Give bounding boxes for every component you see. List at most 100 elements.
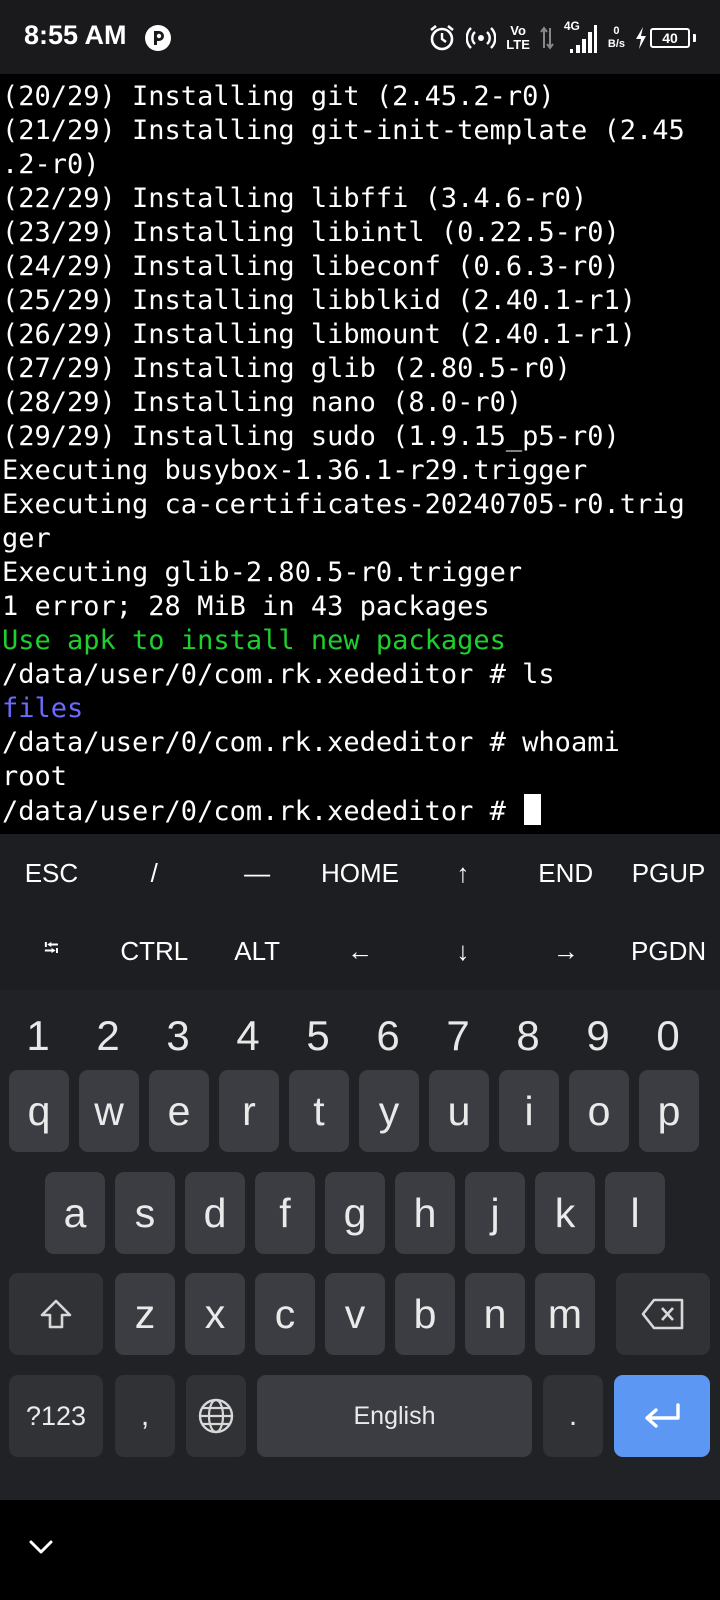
terminal-prompt-line[interactable]: /data/user/0/com.rk.xededitor # [0, 794, 720, 828]
key-letter[interactable]: n [465, 1273, 525, 1355]
key-number[interactable]: 3 [143, 990, 213, 1082]
terminal-line: (29/29) Installing sudo (1.9.15_p5-r0) [2, 421, 620, 452]
key-letter[interactable]: f [255, 1172, 315, 1254]
key-letter[interactable]: c [255, 1273, 315, 1355]
key-number[interactable]: 2 [73, 990, 143, 1082]
key-letter[interactable]: m [535, 1273, 595, 1355]
terminal-line: .2-r0) [2, 149, 100, 180]
key-letter[interactable]: s [115, 1172, 175, 1254]
tab-key[interactable]: ⭾ [0, 912, 103, 990]
language-key[interactable] [186, 1375, 246, 1457]
key-letter[interactable]: i [499, 1070, 559, 1152]
prompt-text: /data/user/0/com.rk.xededitor # [2, 796, 523, 827]
key-letter[interactable]: e [149, 1070, 209, 1152]
key-letter[interactable]: a [45, 1172, 105, 1254]
backspace-key[interactable] [616, 1273, 710, 1355]
key-letter[interactable]: j [465, 1172, 525, 1254]
clock: 8:55 AM [24, 20, 127, 50]
end-key[interactable]: END [514, 834, 617, 912]
comma-key[interactable]: , [115, 1375, 175, 1457]
terminal-line: (22/29) Installing libffi (3.4.6-r0) [2, 183, 588, 214]
up-arrow-key[interactable]: ↑ [411, 834, 514, 912]
period-key[interactable]: . [543, 1375, 603, 1457]
key-number[interactable]: 6 [353, 990, 423, 1082]
enter-key[interactable] [614, 1375, 710, 1457]
key-letter[interactable]: d [185, 1172, 245, 1254]
hotspot-icon [466, 27, 497, 49]
key-letter[interactable]: u [429, 1070, 489, 1152]
key-letter[interactable]: b [395, 1273, 455, 1355]
terminal-line: /data/user/0/com.rk.xededitor # whoami [2, 727, 620, 758]
shift-icon [40, 1299, 72, 1329]
terminal-line: files [2, 693, 84, 724]
esc-key[interactable]: ESC [0, 834, 103, 912]
soft-keyboard: 1234567890 qwertyuiop asdfghjkl zxcvbnm … [0, 990, 720, 1500]
terminal-line: Executing ca-certificates-20240705-r0.tr… [2, 489, 685, 520]
navigation-bar [0, 1500, 720, 1600]
key-letter[interactable]: v [325, 1273, 385, 1355]
key-number[interactable]: 7 [423, 990, 493, 1082]
terminal-line: Use apk to install new packages [2, 625, 506, 656]
alt-key[interactable]: ALT [206, 912, 309, 990]
extra-keys-row-2: ⭾ CTRL ALT ← ↓ → PGDN [0, 912, 720, 990]
key-number[interactable]: 0 [633, 990, 703, 1082]
enter-icon [645, 1403, 680, 1428]
terminal-line: root [2, 761, 68, 792]
hide-keyboard-chevron-icon[interactable] [26, 1536, 56, 1558]
key-letter[interactable]: z [115, 1273, 175, 1355]
terminal-line: (23/29) Installing libintl (0.22.5-r0) [2, 217, 620, 248]
key-letter[interactable]: w [79, 1070, 139, 1152]
home-key[interactable]: HOME [309, 834, 412, 912]
terminal-line: ger [2, 523, 51, 554]
extra-keys-bar: ESC / — HOME ↑ END PGUP ⭾ CTRL ALT ← ↓ → PGDN [0, 834, 720, 990]
slash-key[interactable]: / [103, 834, 206, 912]
key-number[interactable]: 8 [493, 990, 563, 1082]
key-letter[interactable]: l [605, 1172, 665, 1254]
battery: 40 [635, 27, 696, 49]
key-number[interactable]: 1 [3, 990, 73, 1082]
charging-bolt-icon [636, 27, 646, 49]
terminal-output[interactable]: (20/29) Installing git (2.45.2-r0) (21/29… [0, 80, 720, 834]
key-letter[interactable]: t [289, 1070, 349, 1152]
key-letter[interactable]: q [9, 1070, 69, 1152]
key-number[interactable]: 9 [563, 990, 633, 1082]
key-letter[interactable]: y [359, 1070, 419, 1152]
terminal-line: (28/29) Installing nano (8.0-r0) [2, 387, 523, 418]
battery-icon: 40 [650, 28, 690, 48]
key-letter[interactable]: p [639, 1070, 699, 1152]
key-letter[interactable]: g [325, 1172, 385, 1254]
globe-icon [198, 1398, 234, 1434]
data-arrows-icon [540, 26, 554, 50]
terminal-line: (24/29) Installing libeconf (0.6.3-r0) [2, 251, 620, 282]
network-speed: 0 B/s [607, 25, 625, 50]
signal-icon [569, 25, 597, 53]
signal-indicator: 4G [564, 19, 598, 55]
key-letter[interactable]: o [569, 1070, 629, 1152]
extra-keys-row-1: ESC / — HOME ↑ END PGUP [0, 834, 720, 912]
key-letter[interactable]: x [185, 1273, 245, 1355]
right-arrow-key[interactable]: → [514, 912, 617, 990]
dash-key[interactable]: — [206, 834, 309, 912]
pgup-key[interactable]: PGUP [617, 834, 720, 912]
pgdn-key[interactable]: PGDN [617, 912, 720, 990]
terminal-line: Executing busybox-1.36.1-r29.trigger [2, 455, 588, 486]
key-number[interactable]: 4 [213, 990, 283, 1082]
key-number[interactable]: 5 [283, 990, 353, 1082]
status-icons: Vo LTE 4G 0 B/s 40 [428, 18, 696, 58]
terminal-line: (20/29) Installing git (2.45.2-r0) [2, 81, 555, 112]
symbols-key[interactable]: ?123 [9, 1375, 103, 1457]
backspace-icon [641, 1298, 684, 1330]
ctrl-key[interactable]: CTRL [103, 912, 206, 990]
key-letter[interactable]: k [535, 1172, 595, 1254]
terminal-line: 1 error; 28 MiB in 43 packages [2, 591, 490, 622]
left-arrow-key[interactable]: ← [309, 912, 412, 990]
terminal-line: (26/29) Installing libmount (2.40.1-r1) [2, 319, 636, 350]
app-notification-icon [145, 25, 171, 51]
shift-key[interactable] [9, 1273, 103, 1355]
key-letter[interactable]: r [219, 1070, 279, 1152]
terminal-line: (21/29) Installing git-init-template (2.… [2, 115, 685, 146]
alarm-icon [430, 24, 455, 51]
down-arrow-key[interactable]: ↓ [411, 912, 514, 990]
space-bar[interactable]: English [257, 1375, 532, 1457]
key-letter[interactable]: h [395, 1172, 455, 1254]
